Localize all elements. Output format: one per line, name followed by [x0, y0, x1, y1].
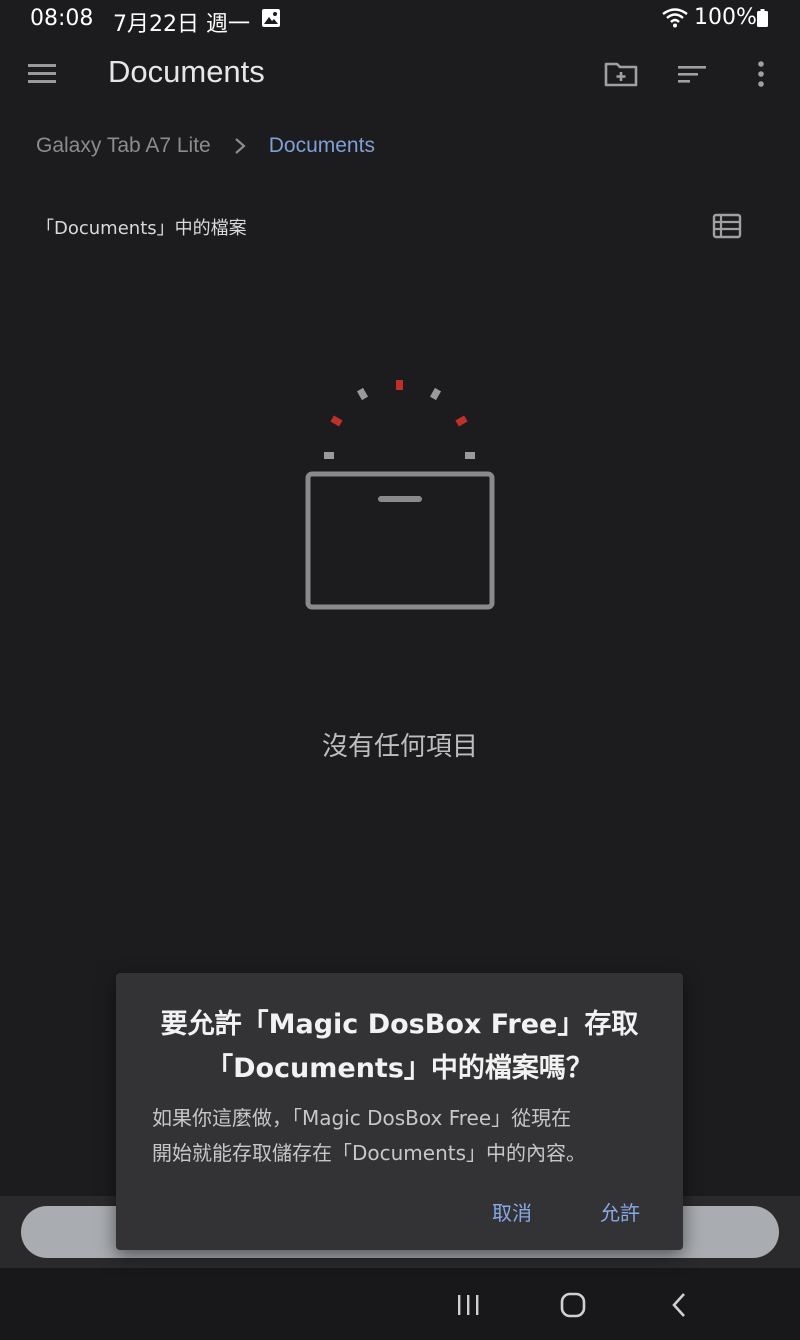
- dialog-title-line2: 「Documents」中的檔案嗎？: [206, 1053, 593, 1084]
- section-label: 「Documents」中的檔案: [36, 218, 247, 239]
- sort-icon[interactable]: [672, 56, 712, 92]
- breadcrumb-root[interactable]: Galaxy Tab A7 Lite: [36, 134, 211, 158]
- new-folder-icon[interactable]: [602, 56, 642, 92]
- battery-percentage: 100%: [694, 5, 757, 30]
- dialog-title-line1: 要允許「Magic DosBox Free」存取: [160, 1009, 639, 1040]
- back-icon[interactable]: [665, 1290, 695, 1320]
- recent-apps-icon[interactable]: [453, 1290, 483, 1320]
- page-title: Documents: [108, 54, 265, 89]
- permission-dialog: 要允許「Magic DosBox Free」存取 「Documents」中的檔案…: [116, 973, 683, 1250]
- status-date: 7月22日 週一: [113, 12, 250, 37]
- dialog-message: 如果你這麼做，「Magic DosBox Free」從現在 開始就能存取儲存在「…: [152, 1101, 652, 1171]
- battery-icon: [757, 9, 768, 27]
- gallery-icon: [262, 9, 280, 27]
- empty-state-message: 沒有任何項目: [321, 732, 478, 762]
- hamburger-menu-icon[interactable]: [24, 56, 60, 92]
- list-view-icon[interactable]: [712, 212, 742, 240]
- top-app-bar: Documents: [0, 40, 800, 110]
- dialog-message-line1: 如果你這麼做，「Magic DosBox Free」從現在: [152, 1106, 572, 1130]
- breadcrumb: Galaxy Tab A7 Lite Documents: [36, 130, 375, 162]
- wifi-icon: [662, 8, 688, 28]
- empty-folder-illustration: [305, 380, 495, 610]
- status-bar: 08:08 7月22日 週一 100%: [0, 0, 800, 38]
- allow-button[interactable]: 允許: [600, 1197, 640, 1226]
- breadcrumb-current: Documents: [268, 134, 375, 157]
- home-icon[interactable]: [558, 1290, 588, 1320]
- cancel-button[interactable]: 取消: [492, 1197, 532, 1226]
- chevron-right-icon: [235, 138, 246, 154]
- dialog-message-line2: 開始就能存取儲存在「Documents」中的內容。: [152, 1141, 587, 1165]
- more-options-icon[interactable]: [741, 56, 781, 92]
- dialog-title: 要允許「Magic DosBox Free」存取 「Documents」中的檔案…: [136, 1003, 663, 1091]
- status-time: 08:08: [30, 6, 94, 31]
- system-nav-bar: [0, 1268, 800, 1340]
